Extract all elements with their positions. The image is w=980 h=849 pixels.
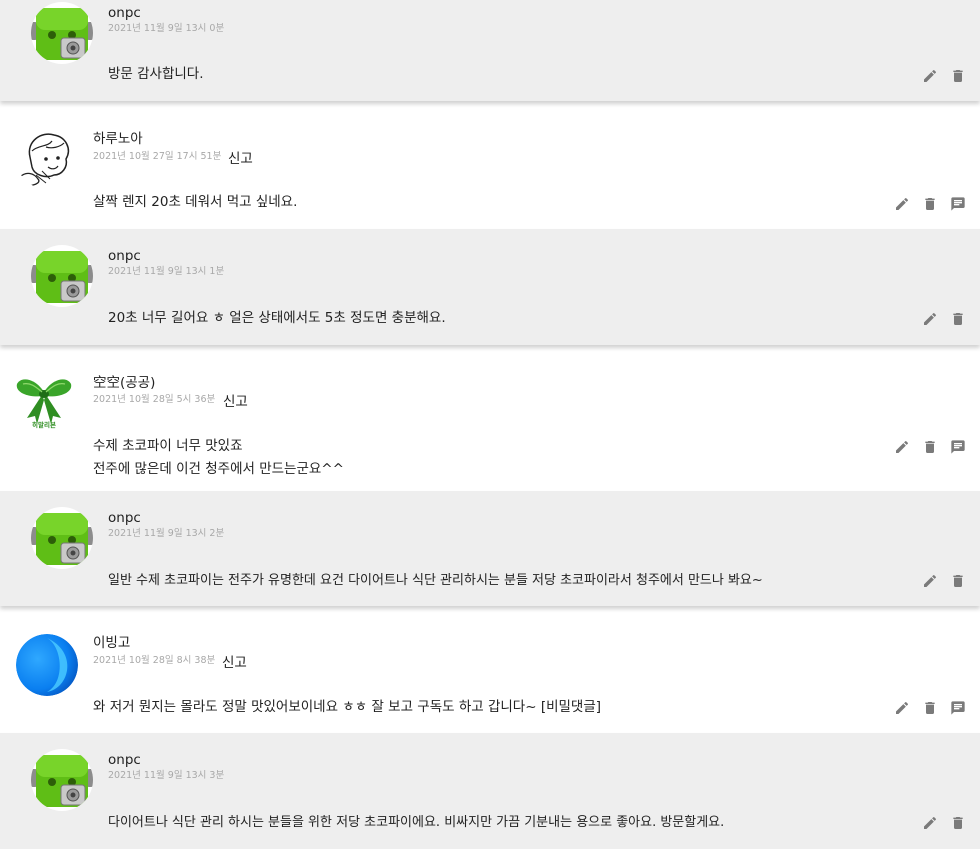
comment-block: 히말리본 空空(공공) 2021년 10월 28일 5시 36분 신고 수제 초… [0,357,980,491]
trash-icon [922,196,938,212]
trash-icon [950,68,966,84]
edit-button[interactable] [922,311,938,327]
comment-actions [894,699,966,717]
pencil-icon [922,573,938,589]
reply-block: onpc 2021년 11월 9일 13시 3분 다이어트나 식단 관리 하시는… [0,733,980,849]
report-link[interactable]: 신고 [222,655,247,671]
reply-button[interactable] [950,196,966,212]
pencil-icon [894,439,910,455]
reply-date: 2021년 11월 9일 13시 0분 [108,23,225,34]
reply-body: 20초 너무 길어요 ㅎ 얼은 상태에서도 5초 정도면 충분해요. [108,307,446,330]
reply-actions [922,572,966,590]
comment-actions [894,195,966,213]
comment-body: 살짝 렌지 20초 데워서 먹고 싶네요. [93,191,297,214]
edit-button[interactable] [894,196,910,212]
reply-body: 일반 수제 초코파이는 전주가 유명한데 요건 다이어트나 식단 관리하시는 분… [108,569,763,592]
reply-button[interactable] [950,439,966,455]
delete-button[interactable] [922,700,938,716]
delete-button[interactable] [950,573,966,589]
reply-block: onpc 2021년 11월 9일 13시 2분 일반 수제 초코파이는 전주가… [0,491,980,606]
reply-line: 일반 수제 초코파이는 전주가 유명한데 요건 다이어트나 식단 관리하시는 분… [108,573,763,588]
comment-body: 수제 초코파이 너무 맛있죠 전주에 많은데 이건 청주에서 만드는군요^^ [93,435,344,481]
comment-date: 2021년 10월 28일 5시 36분 [93,394,216,405]
report-link[interactable]: 신고 [223,394,248,410]
pencil-icon [922,311,938,327]
edit-button[interactable] [894,700,910,716]
comment-line: 와 저거 뭔지는 몰라도 정말 맛있어보이네요 ㅎㅎ 잘 보고 구독도 하고 갑… [93,699,602,715]
comment-date: 2021년 10월 28일 8시 38분 [93,655,216,666]
comment-actions [894,438,966,456]
comment-author[interactable]: 空空(공공) [93,375,155,391]
cartoon-boy-avatar-icon [16,127,78,189]
reply-author[interactable]: onpc [108,5,141,21]
avatar-caption: 히말리본 [32,421,56,429]
reply-date: 2021년 11월 9일 13시 3분 [108,770,225,781]
report-link[interactable]: 신고 [228,151,253,167]
comment-body: 와 저거 뭔지는 몰라도 정말 맛있어보이네요 ㅎㅎ 잘 보고 구독도 하고 갑… [93,696,601,719]
comment-line: 전주에 많은데 이건 청주에서 만드는군요^^ [93,461,344,477]
robot-avatar-icon [31,507,93,569]
avatar[interactable] [31,245,93,307]
comment-block: 이빙고 2021년 10월 28일 8시 38분 신고 와 저거 뭔지는 몰라도… [0,618,980,733]
pencil-icon [894,196,910,212]
edit-button[interactable] [922,68,938,84]
comment-line: 수제 초코파이 너무 맛있죠 [93,438,243,454]
edit-button[interactable] [922,815,938,831]
reply-line: 방문 감사합니다. [108,66,204,82]
robot-avatar-icon [31,749,93,811]
avatar[interactable]: 히말리본 [13,368,75,430]
robot-avatar-icon [31,245,93,307]
delete-button[interactable] [922,439,938,455]
comment-icon [950,700,966,716]
robot-avatar-icon [31,2,93,64]
reply-block: onpc 2021년 11월 9일 13시 1분 20초 너무 길어요 ㅎ 얼은… [0,229,980,345]
reply-author[interactable]: onpc [108,248,141,264]
blue-circle-avatar-icon [16,634,78,696]
delete-button[interactable] [922,196,938,212]
avatar[interactable] [31,507,93,569]
reply-actions [922,310,966,328]
pencil-icon [922,68,938,84]
comment-author[interactable]: 하루노아 [93,131,143,147]
comment-block: 하루노아 2021년 10월 27일 17시 51분 신고 살짝 렌지 20초 … [0,114,980,229]
comment-icon [950,196,966,212]
trash-icon [950,573,966,589]
pencil-icon [894,700,910,716]
trash-icon [950,311,966,327]
reply-body: 방문 감사합니다. [108,63,204,86]
trash-icon [922,700,938,716]
reply-button[interactable] [950,700,966,716]
reply-author[interactable]: onpc [108,510,141,526]
avatar[interactable] [16,127,78,189]
trash-icon [950,815,966,831]
reply-date: 2021년 11월 9일 13시 2분 [108,528,225,539]
reply-actions [922,67,966,85]
reply-date: 2021년 11월 9일 13시 1분 [108,266,225,277]
comment-icon [950,439,966,455]
trash-icon [922,439,938,455]
comment-line: 살짝 렌지 20초 데워서 먹고 싶네요. [93,194,298,210]
reply-line: 20초 너무 길어요 ㅎ 얼은 상태에서도 5초 정도면 충분해요. [108,310,446,326]
delete-button[interactable] [950,815,966,831]
pencil-icon [922,815,938,831]
avatar[interactable] [31,749,93,811]
reply-body: 다이어트나 식단 관리 하시는 분들을 위한 저당 초코파이에요. 비싸지만 가… [108,811,724,834]
delete-button[interactable] [950,311,966,327]
reply-actions [922,814,966,832]
reply-block: onpc 2021년 11월 9일 13시 0분 방문 감사합니다. [0,0,980,101]
avatar[interactable] [31,2,93,64]
reply-author[interactable]: onpc [108,752,141,768]
edit-button[interactable] [922,573,938,589]
delete-button[interactable] [950,68,966,84]
reply-line: 다이어트나 식단 관리 하시는 분들을 위한 저당 초코파이에요. 비싸지만 가… [108,815,725,830]
avatar[interactable] [16,634,78,696]
comment-date: 2021년 10월 27일 17시 51분 [93,151,222,162]
edit-button[interactable] [894,439,910,455]
comment-author[interactable]: 이빙고 [93,635,130,651]
